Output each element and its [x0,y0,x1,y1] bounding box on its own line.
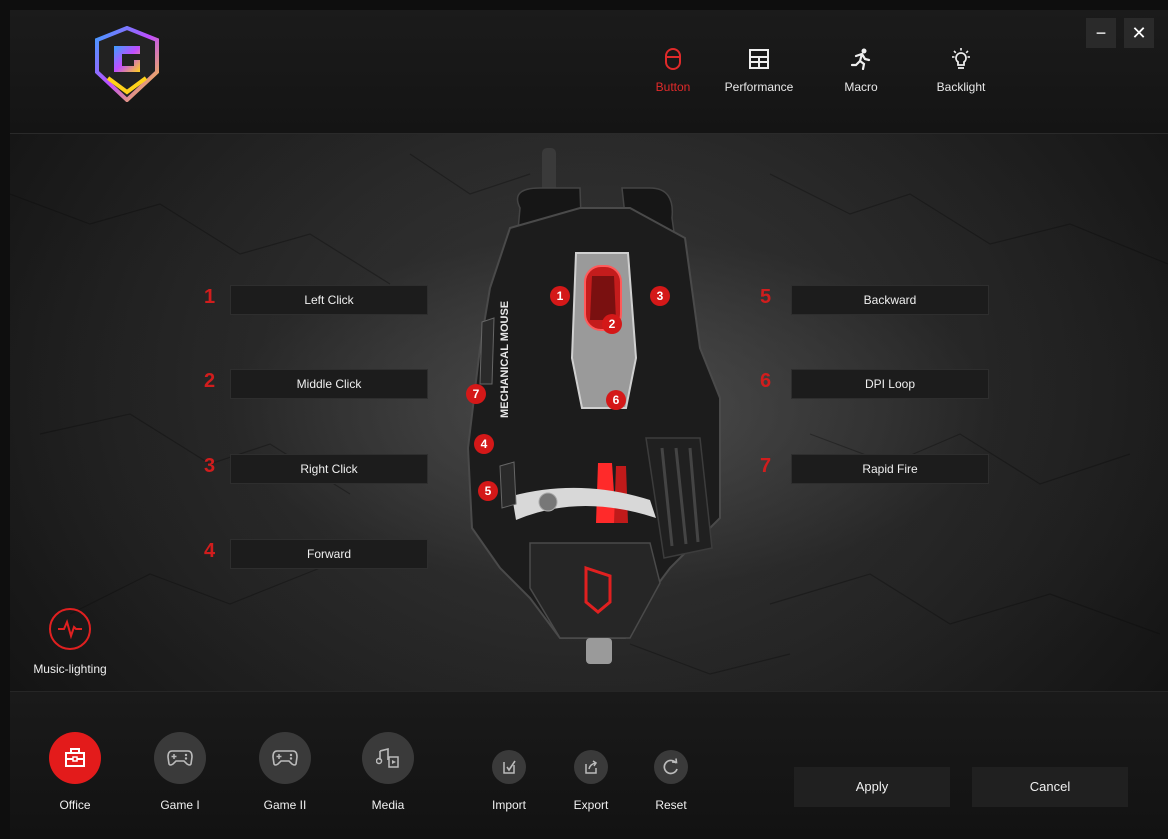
button-5-assignment[interactable]: Backward [791,285,989,315]
reset-icon [654,750,688,784]
profile-media[interactable]: Media [353,732,423,812]
export-icon [574,750,608,784]
profile-game-2[interactable]: Game II [250,732,320,812]
mouse-marker-label: 1 [557,289,564,303]
button-number: 7 [760,455,772,477]
mouse-side-text: MECHANICAL MOUSE [499,301,511,418]
button-7-assignment[interactable]: Rapid Fire [791,454,989,484]
tool-label: Import [491,798,526,812]
tab-label: Button [655,80,691,94]
mouse-marker-label: 2 [609,317,616,331]
tab-backlight[interactable]: Backlight [916,48,1006,108]
tab-label: Performance [724,80,794,94]
button-6-assignment[interactable]: DPI Loop [791,369,989,399]
close-button[interactable]: ✕ [1124,18,1154,48]
gamepad-icon [259,732,311,784]
grid-icon [749,49,769,69]
header-bar: Button Performance Macro Backlight − ✕ [10,10,1168,134]
music-lighting-label: Music-lighting [33,662,107,676]
mouse-marker-label: 6 [613,393,620,407]
button-4-assignment[interactable]: Forward [230,539,428,569]
export-button[interactable]: Export [561,750,621,812]
mouse-marker-label: 7 [473,387,480,401]
music-lighting-button[interactable]: Music-lighting [24,608,116,676]
mouse-illustration: MECHANICAL MOUSE 1 2 3 4 5 6 7 [466,148,721,664]
minimize-button[interactable]: − [1086,18,1116,48]
button-number: 3 [204,455,216,477]
footer-bar: Office Game I Game II Media Import Expor… [10,691,1168,839]
briefcase-icon [49,732,101,784]
apply-button[interactable]: Apply [794,767,950,807]
button-number: 1 [204,286,216,308]
cancel-button[interactable]: Cancel [972,767,1128,807]
profile-label: Game II [263,798,307,812]
music-note-icon [362,732,414,784]
button-2-assignment[interactable]: Middle Click [230,369,428,399]
profile-label: Game I [160,798,200,812]
button-number: 4 [204,540,216,562]
gamepad-icon [154,732,206,784]
button-number: 2 [204,370,216,392]
mouse-marker-label: 3 [657,289,664,303]
mouse-icon [665,48,681,70]
profile-label: Media [371,798,405,812]
pulse-icon [49,608,91,650]
import-icon [492,750,526,784]
tab-macro[interactable]: Macro [816,48,906,108]
profile-label: Office [59,798,91,812]
app-window: Button Performance Macro Backlight − ✕ 1… [10,10,1168,839]
running-man-icon [850,48,871,70]
button-number: 5 [760,286,772,308]
tab-button[interactable]: Button [628,48,718,108]
button-1-assignment[interactable]: Left Click [230,285,428,315]
button-3-assignment[interactable]: Right Click [230,454,428,484]
tool-label: Export [573,798,609,812]
tab-label: Macro [844,80,878,94]
brand-logo [95,26,159,102]
mouse-marker-label: 5 [485,484,492,498]
tool-label: Reset [655,798,687,812]
reset-button[interactable]: Reset [641,750,701,812]
button-number: 6 [760,370,772,392]
import-button[interactable]: Import [479,750,539,812]
profile-office[interactable]: Office [40,732,110,812]
tab-performance[interactable]: Performance [714,48,804,108]
lightbulb-icon [952,48,970,69]
tab-label: Backlight [936,80,986,94]
profile-game-1[interactable]: Game I [145,732,215,812]
mouse-marker-label: 4 [481,437,488,451]
